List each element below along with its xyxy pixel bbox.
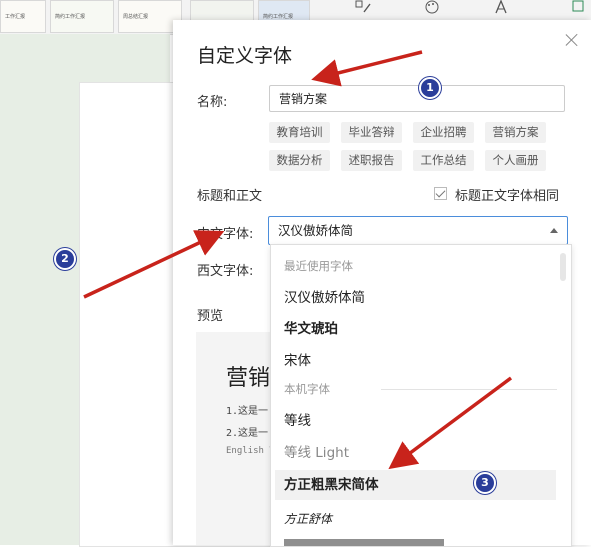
chinese-font-label: 中文字体: xyxy=(197,227,254,242)
preview-line: 1.这是一 xyxy=(226,406,269,417)
font-option-highlighted[interactable]: 方正粗黑宋简体 xyxy=(275,470,556,500)
preview-label: 预览 xyxy=(197,309,224,324)
preview-line: English T xyxy=(226,446,275,456)
same-font-label[interactable]: 标题正文字体相同 xyxy=(455,185,559,204)
step-badge: 3 xyxy=(474,472,496,494)
preset-chip[interactable]: 教育培训 xyxy=(269,122,330,143)
dropdown-scrollbar[interactable] xyxy=(560,253,566,281)
chinese-font-select[interactable]: 汉仪傲娇体简 xyxy=(268,216,568,245)
font-option[interactable]: 汉仪傲娇体简 xyxy=(275,283,556,313)
name-input[interactable]: 营销方案 xyxy=(269,85,565,112)
preview-panel: 营销 1.这是一 2.这是一 English T xyxy=(196,332,276,545)
font-option[interactable]: 等线 Light xyxy=(275,438,556,468)
name-label: 名称: xyxy=(197,95,228,110)
template-thumbnail[interactable]: 简约工作汇报 xyxy=(50,0,114,33)
step-badge: 2 xyxy=(54,248,76,270)
font-option[interactable]: 等线 xyxy=(275,406,556,436)
close-icon[interactable] xyxy=(564,32,580,48)
dialog-title: 自定义字体 xyxy=(197,45,293,67)
preview-line: 2.这是一 xyxy=(226,428,269,439)
preview-title: 营销 xyxy=(226,366,271,391)
preset-chip[interactable]: 述职报告 xyxy=(341,150,402,171)
section-divider xyxy=(381,389,557,390)
preset-chip[interactable]: 毕业答辩 xyxy=(341,122,402,143)
font-option[interactable]: 方正舒体 xyxy=(275,504,556,534)
section-label: 标题和正文 xyxy=(197,189,263,204)
western-font-label: 西文字体: xyxy=(197,264,254,279)
font-icon[interactable] xyxy=(487,0,515,14)
preset-chip[interactable]: 营销方案 xyxy=(485,122,546,143)
preset-chip[interactable]: 企业招聘 xyxy=(413,122,474,143)
recent-fonts-header: 最近使用字体 xyxy=(284,259,353,273)
same-font-checkbox[interactable] xyxy=(434,187,447,200)
chevron-up-icon[interactable] xyxy=(550,228,558,233)
local-fonts-header: 本机字体 xyxy=(284,382,330,396)
preset-chip[interactable]: 数据分析 xyxy=(269,150,330,171)
font-option[interactable]: 华文琥珀 xyxy=(275,314,556,344)
palette-icon[interactable] xyxy=(418,0,446,14)
link-icon[interactable] xyxy=(565,0,591,14)
chinese-font-value: 汉仪傲娇体简 xyxy=(278,223,354,238)
font-option[interactable]: 宋体 xyxy=(275,346,556,376)
font-dropdown-list: 最近使用字体 汉仪傲娇体简 华文琥珀 宋体 本机字体 等线 等线 Light 方… xyxy=(270,244,572,547)
preset-chip[interactable]: 工作总结 xyxy=(413,150,474,171)
template-thumbnail[interactable]: 工作汇报 xyxy=(0,0,46,33)
edit-icon[interactable] xyxy=(349,0,377,14)
preset-chip[interactable]: 个人画册 xyxy=(485,150,546,171)
step-badge: 1 xyxy=(419,77,441,99)
